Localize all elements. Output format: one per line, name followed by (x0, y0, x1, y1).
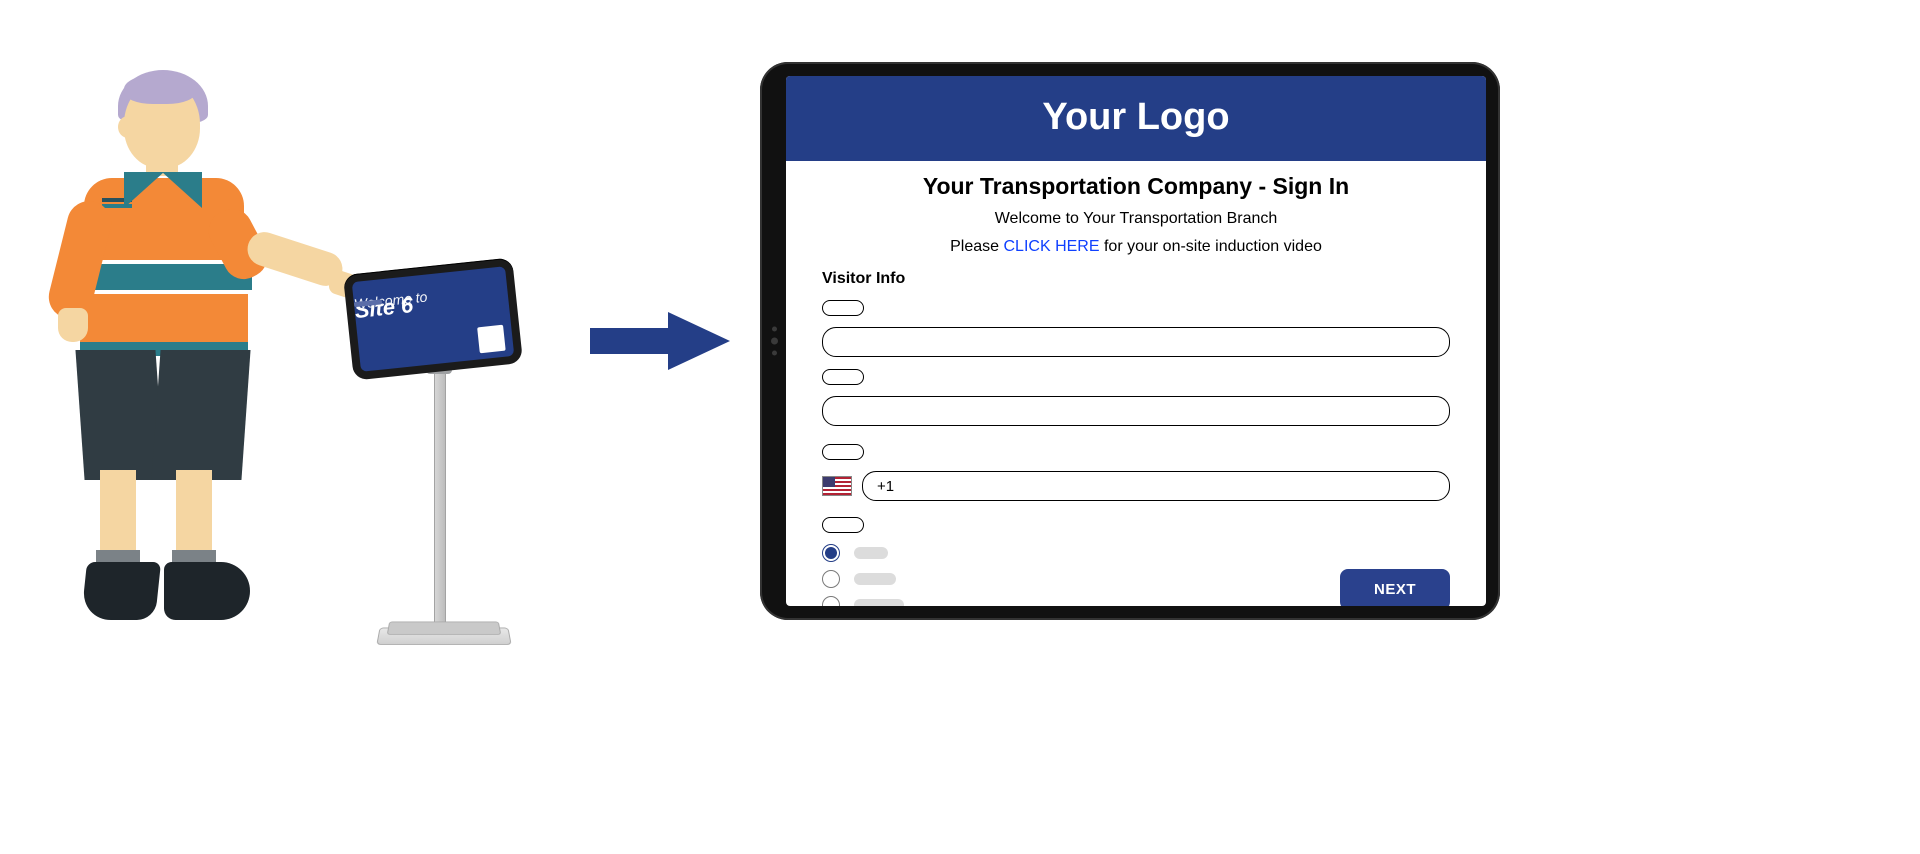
induction-link[interactable]: CLICK HERE (1004, 238, 1100, 255)
induction-prefix: Please (950, 238, 1003, 255)
field-2-input[interactable] (822, 396, 1450, 426)
radio-option-3-label (854, 599, 904, 606)
radio-option-2-label (854, 573, 896, 585)
radio-group-label-placeholder (822, 517, 864, 533)
radio-option-1[interactable] (822, 544, 840, 562)
page-subtitle: Welcome to Your Transportation Branch (822, 210, 1450, 228)
kiosk-illustration: Welcome to Site 6 (348, 256, 538, 646)
us-flag-icon[interactable] (822, 476, 852, 496)
tablet-mockup: Your Logo Your Transportation Company - … (760, 62, 1500, 620)
field-1-label-placeholder (822, 300, 864, 316)
field-2-label-placeholder (822, 369, 864, 385)
arrow-right-icon (590, 306, 730, 376)
diagram: Welcome to Site 6 Your Logo (0, 0, 1536, 683)
radio-option-3[interactable] (822, 596, 840, 606)
kiosk-tablet: Welcome to Site 6 (343, 257, 523, 380)
tablet-camera-icon (771, 327, 778, 356)
field-1-input[interactable] (822, 327, 1450, 357)
induction-suffix: for your on-site induction video (1100, 238, 1322, 255)
phone-label-placeholder (822, 444, 864, 460)
phone-input[interactable] (862, 471, 1450, 501)
radio-option-2[interactable] (822, 570, 840, 588)
kiosk-screen: Welcome to Site 6 (352, 266, 515, 372)
induction-line: Please CLICK HERE for your on-site induc… (822, 238, 1450, 256)
qr-code-icon (477, 325, 506, 354)
kiosk-line2: Site 6 (353, 292, 414, 324)
section-label-visitor-info: Visitor Info (822, 270, 1450, 288)
app-header: Your Logo (786, 76, 1486, 161)
signin-screen: Your Logo Your Transportation Company - … (786, 76, 1486, 606)
radio-option-1-label (854, 547, 888, 559)
page-title: Your Transportation Company - Sign In (822, 173, 1450, 200)
next-button[interactable]: NEXT (1340, 569, 1450, 606)
worker-illustration (28, 50, 308, 640)
